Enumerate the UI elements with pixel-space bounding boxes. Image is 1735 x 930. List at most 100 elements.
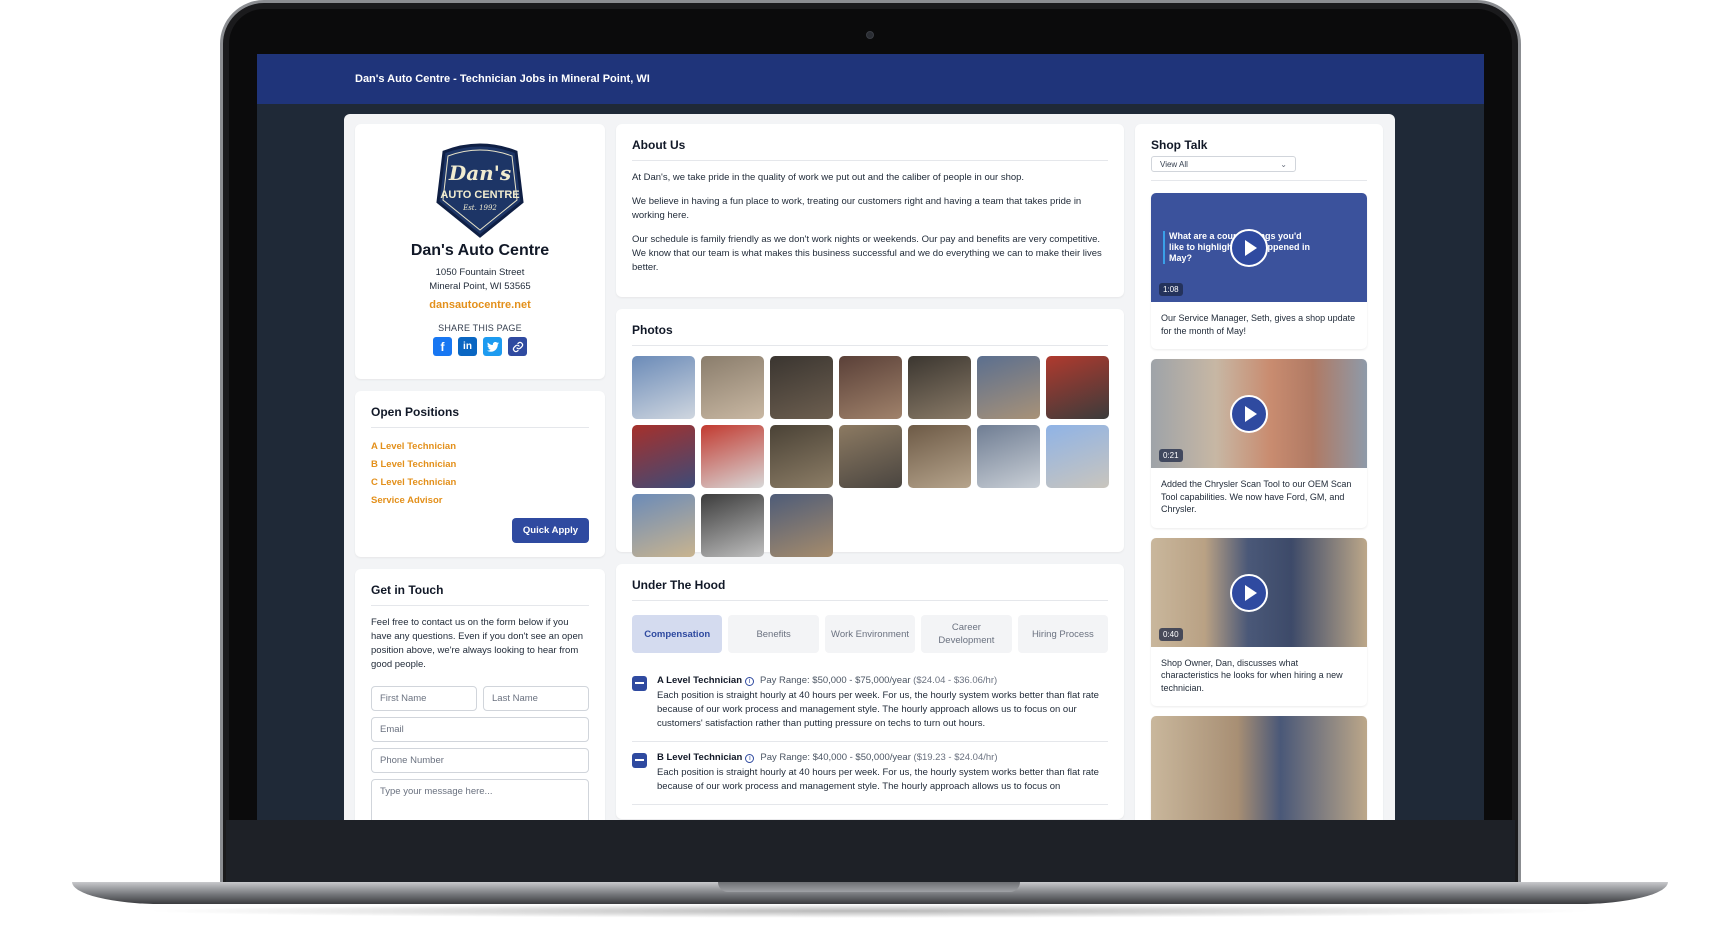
- filter-value: View All: [1160, 159, 1188, 169]
- video-thumbnail[interactable]: What are a couple things you'd like to h…: [1151, 193, 1367, 302]
- hourly-range: ($24.04 - $36.06/hr): [913, 675, 998, 686]
- video-thumbnail[interactable]: [1151, 716, 1367, 820]
- play-icon[interactable]: [1230, 573, 1268, 612]
- last-name-input[interactable]: [483, 686, 589, 711]
- position-link[interactable]: B Level Technician: [371, 456, 589, 474]
- address-line-2: Mineral Point, WI 53565: [429, 281, 531, 292]
- about-us-card: About Us At Dan's, we take pride in the …: [616, 124, 1124, 297]
- video-duration: 0:21: [1159, 449, 1183, 462]
- get-in-touch-description: Feel free to contact us on the form belo…: [371, 617, 584, 670]
- address-line-1: 1050 Fountain Street: [435, 267, 525, 278]
- video-thumbnail[interactable]: 0:21: [1151, 359, 1367, 468]
- compensation-header: B Level Technician i Pay Range: $40,000 - …: [657, 752, 1108, 763]
- play-icon[interactable]: [1230, 395, 1268, 433]
- tab-compensation[interactable]: Compensation: [632, 615, 723, 653]
- collapse-toggle-icon[interactable]: [632, 753, 647, 768]
- compensation-description: Each position is straight hourly at 40 h…: [657, 690, 1099, 729]
- photo-thumbnail[interactable]: [977, 356, 1040, 419]
- laptop-shadow: [140, 904, 1600, 918]
- video-card[interactable]: What are a couple things you'd like to h…: [1151, 193, 1367, 349]
- photos-card: Photos: [616, 309, 1124, 557]
- photo-thumbnail[interactable]: [701, 494, 764, 557]
- hourly-range: ($19.23 - $24.04/hr): [913, 752, 998, 763]
- video-card[interactable]: [1151, 716, 1367, 820]
- compensation-header: A Level Technician i Pay Range: $50,000 - …: [657, 675, 1108, 686]
- chevron-down-icon: ⌄: [1280, 159, 1287, 169]
- position-link[interactable]: C Level Technician: [371, 474, 589, 492]
- photo-thumbnail[interactable]: [908, 356, 971, 419]
- photo-thumbnail[interactable]: [701, 425, 764, 488]
- phone-input[interactable]: [371, 748, 589, 773]
- website-link[interactable]: dansautocentre.net: [429, 299, 530, 311]
- about-paragraph: We believe in having a fun place to work…: [632, 196, 1082, 221]
- linkedin-icon[interactable]: in: [458, 337, 477, 356]
- twitter-icon[interactable]: [483, 337, 502, 356]
- shop-talk-title: Shop Talk: [1151, 138, 1208, 152]
- info-icon[interactable]: i: [745, 754, 755, 763]
- under-the-hood-title: Under The Hood: [632, 578, 1108, 601]
- share-label: SHARE THIS PAGE: [438, 323, 522, 333]
- play-icon[interactable]: [1230, 229, 1268, 267]
- open-positions-title: Open Positions: [371, 405, 589, 428]
- video-duration: 0:40: [1159, 627, 1183, 641]
- shop-talk-filter-select[interactable]: View All ⌄: [1151, 156, 1296, 172]
- tab-career-development[interactable]: Career Development: [921, 615, 1012, 653]
- photo-thumbnail[interactable]: [770, 356, 833, 419]
- photo-thumbnail[interactable]: [632, 425, 695, 488]
- page-title: Dan's Auto Centre - Technician Jobs in M…: [355, 73, 650, 85]
- email-input[interactable]: [371, 717, 589, 742]
- photo-thumbnail[interactable]: [1046, 425, 1109, 488]
- video-card[interactable]: 0:21 Added the Chrysler Scan Tool to our…: [1151, 359, 1367, 528]
- logo-script: Dan's: [448, 161, 511, 185]
- photo-thumbnail[interactable]: [770, 425, 833, 488]
- company-logo: Dan's AUTO CENTRE Est. 1992: [430, 140, 530, 238]
- company-address: 1050 Fountain Street Mineral Point, WI 5…: [371, 266, 589, 294]
- photo-thumbnail[interactable]: [770, 494, 833, 557]
- share-icons: f in: [371, 337, 589, 356]
- photo-thumbnail[interactable]: [632, 494, 695, 557]
- tab-bar: Compensation Benefits Work Environment C…: [632, 615, 1109, 653]
- first-name-input[interactable]: [371, 686, 477, 711]
- position-link[interactable]: A Level Technician: [371, 438, 589, 456]
- video-caption: Added the Chrysler Scan Tool to our OEM …: [1161, 479, 1352, 514]
- company-profile-card: Dan's AUTO CENTRE Est. 1992 Dan's Auto C…: [355, 124, 605, 379]
- photo-thumbnail[interactable]: [908, 425, 971, 488]
- info-icon[interactable]: i: [745, 677, 754, 686]
- photo-grid: [632, 356, 1109, 557]
- message-textarea[interactable]: [371, 779, 589, 820]
- video-caption: Our Service Manager, Seth, gives a shop …: [1161, 313, 1356, 336]
- link-icon[interactable]: [508, 337, 527, 356]
- quick-apply-button[interactable]: Quick Apply: [511, 518, 589, 543]
- photo-thumbnail[interactable]: [1046, 356, 1109, 419]
- video-duration: 1:08: [1159, 283, 1183, 296]
- browser-screen: Dan's Auto Centre - Technician Jobs in M…: [257, 54, 1484, 820]
- divider: [1151, 180, 1367, 181]
- collapse-toggle-icon[interactable]: [632, 676, 647, 691]
- photo-thumbnail[interactable]: [839, 356, 902, 419]
- get-in-touch-card: Get in Touch Feel free to contact us on …: [355, 569, 605, 820]
- photo-thumbnail[interactable]: [632, 356, 695, 419]
- position-title: A Level Technician: [657, 675, 742, 686]
- photo-thumbnail[interactable]: [839, 425, 902, 488]
- position-link[interactable]: Service Advisor: [371, 492, 589, 510]
- facebook-icon[interactable]: f: [433, 337, 452, 356]
- photo-thumbnail[interactable]: [701, 356, 764, 419]
- pay-range: Pay Range: $40,000 - $50,000/year: [760, 752, 911, 763]
- about-paragraph: At Dan's, we take pride in the quality o…: [632, 172, 1025, 183]
- left-column: Dan's AUTO CENTRE Est. 1992 Dan's Auto C…: [355, 124, 605, 820]
- video-card[interactable]: 0:40 Shop Owner, Dan, discusses what cha…: [1151, 537, 1367, 706]
- about-paragraph: Our schedule is family friendly as we do…: [632, 234, 1102, 273]
- tab-work-environment[interactable]: Work Environment: [824, 615, 916, 653]
- laptop-frame: Dan's Auto Centre - Technician Jobs in M…: [0, 0, 1735, 930]
- webcam: [866, 31, 874, 39]
- name-row: [371, 686, 589, 717]
- photo-thumbnail[interactable]: [977, 425, 1040, 488]
- video-thumbnail[interactable]: 0:40: [1151, 537, 1367, 647]
- compensation-description: Each position is straight hourly at 40 h…: [657, 767, 1099, 792]
- get-in-touch-title: Get in Touch: [371, 583, 589, 606]
- compensation-item: B Level Technician i Pay Range: $40,000 - …: [632, 742, 1108, 805]
- compensation-item: A Level Technician i Pay Range: $50,000 - …: [632, 665, 1108, 742]
- under-the-hood-card: Under The Hood Compensation Benefits Wor…: [616, 564, 1124, 819]
- tab-hiring-process[interactable]: Hiring Process: [1017, 615, 1109, 653]
- tab-benefits[interactable]: Benefits: [728, 615, 819, 653]
